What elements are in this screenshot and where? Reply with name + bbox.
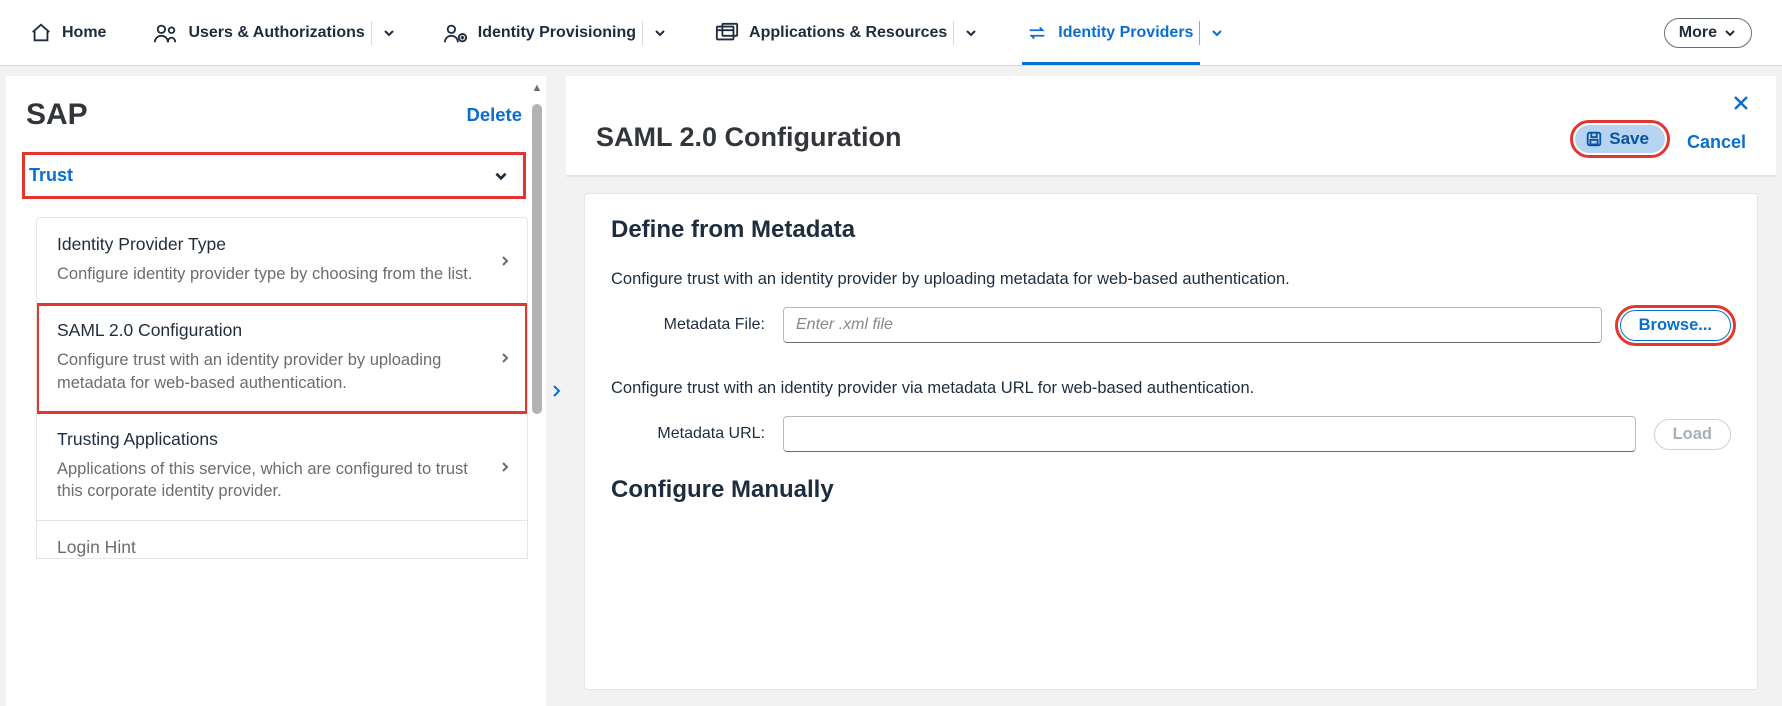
users-icon <box>154 22 178 44</box>
chevron-down-icon[interactable] <box>653 26 667 40</box>
nav-apps[interactable]: Applications & Resources <box>715 0 978 65</box>
chevron-right-icon <box>499 351 511 365</box>
chevron-down-icon[interactable] <box>382 26 396 40</box>
metadata-url-help: Configure trust with an identity provide… <box>611 379 1731 398</box>
more-button[interactable]: More <box>1664 18 1752 48</box>
divider <box>1199 21 1200 45</box>
list-item-saml-config[interactable]: SAML 2.0 Configuration Configure trust w… <box>37 304 527 413</box>
divider <box>953 21 954 45</box>
nav-identity-providers[interactable]: Identity Providers <box>1026 0 1224 65</box>
define-from-metadata-heading: Define from Metadata <box>611 216 1731 244</box>
nav-home[interactable]: Home <box>30 0 106 65</box>
more-label: More <box>1679 24 1717 42</box>
chevron-down-icon[interactable] <box>964 26 978 40</box>
scroll-up-icon: ▲ <box>530 82 544 94</box>
chevron-down-icon <box>1723 26 1737 40</box>
list-item-title: Trusting Applications <box>57 429 483 450</box>
trust-section-label: Trust <box>29 165 73 186</box>
cancel-link[interactable]: Cancel <box>1687 132 1746 153</box>
list-item-desc: Configure trust with an identity provide… <box>57 349 483 394</box>
load-button: Load <box>1654 419 1731 450</box>
list-item-title: SAML 2.0 Configuration <box>57 320 483 341</box>
list-item-trusting-apps[interactable]: Trusting Applications Applications of th… <box>37 413 527 522</box>
trust-list: Identity Provider Type Configure identit… <box>36 217 528 559</box>
metadata-card: Define from Metadata Configure trust wit… <box>584 193 1758 690</box>
left-panel-header: SAP Delete <box>6 76 546 148</box>
save-icon <box>1585 130 1603 148</box>
right-header: SAML 2.0 Configuration Save Cancel <box>566 76 1776 177</box>
config-title: SAML 2.0 Configuration <box>596 122 1575 153</box>
list-item-desc: Applications of this service, which are … <box>57 458 483 503</box>
chevron-right-icon <box>499 460 511 474</box>
metadata-file-label: Metadata File: <box>625 316 765 334</box>
chevron-right-icon <box>499 254 511 268</box>
chevron-down-icon[interactable] <box>1210 26 1224 40</box>
sync-icon <box>1026 22 1048 44</box>
provisioning-icon <box>444 22 468 44</box>
right-body: Define from Metadata Configure trust wit… <box>566 177 1776 706</box>
configure-manually-heading: Configure Manually <box>611 476 1731 504</box>
list-item-title: Login Hint <box>57 537 483 558</box>
metadata-url-input[interactable] <box>783 416 1636 452</box>
save-label: Save <box>1609 129 1649 149</box>
list-item-title: Identity Provider Type <box>57 234 483 255</box>
right-panel: SAML 2.0 Configuration Save Cancel Defin… <box>566 76 1776 706</box>
nav-idp-label: Identity Providers <box>1058 24 1193 42</box>
nav-apps-label: Applications & Resources <box>749 24 947 42</box>
save-button[interactable]: Save <box>1575 125 1665 153</box>
home-icon <box>30 22 52 44</box>
nav-users[interactable]: Users & Authorizations <box>154 0 395 65</box>
metadata-url-row: Metadata URL: Load <box>625 416 1731 452</box>
metadata-file-input[interactable] <box>783 307 1602 343</box>
left-panel: SAP Delete Trust Identity Provider Type … <box>6 76 546 706</box>
chevron-down-icon <box>493 168 509 184</box>
collapse-handle[interactable] <box>546 76 566 706</box>
nav-provisioning[interactable]: Identity Provisioning <box>444 0 667 65</box>
list-item-desc: Configure identity provider type by choo… <box>57 263 483 285</box>
trust-section-toggle[interactable]: Trust <box>22 152 526 199</box>
close-icon[interactable] <box>1732 94 1750 112</box>
provider-name: SAP <box>26 98 466 132</box>
top-navigation: Home Users & Authorizations Identity Pro… <box>0 0 1782 66</box>
divider <box>371 21 372 45</box>
scroll-thumb[interactable] <box>532 104 542 414</box>
nav-users-label: Users & Authorizations <box>188 24 364 42</box>
browse-button[interactable]: Browse... <box>1620 310 1731 341</box>
page-body: SAP Delete Trust Identity Provider Type … <box>0 66 1782 706</box>
nav-home-label: Home <box>62 24 106 42</box>
metadata-file-row: Metadata File: Browse... <box>625 307 1731 343</box>
divider <box>642 21 643 45</box>
nav-provisioning-label: Identity Provisioning <box>478 24 636 42</box>
metadata-url-label: Metadata URL: <box>625 425 765 443</box>
list-item-login-hint[interactable]: Login Hint <box>37 521 527 558</box>
delete-link[interactable]: Delete <box>466 104 522 126</box>
left-scrollbar[interactable]: ▲ <box>530 76 544 706</box>
list-item-idp-type[interactable]: Identity Provider Type Configure identit… <box>37 218 527 304</box>
applications-icon <box>715 22 739 44</box>
metadata-file-help: Configure trust with an identity provide… <box>611 270 1731 289</box>
